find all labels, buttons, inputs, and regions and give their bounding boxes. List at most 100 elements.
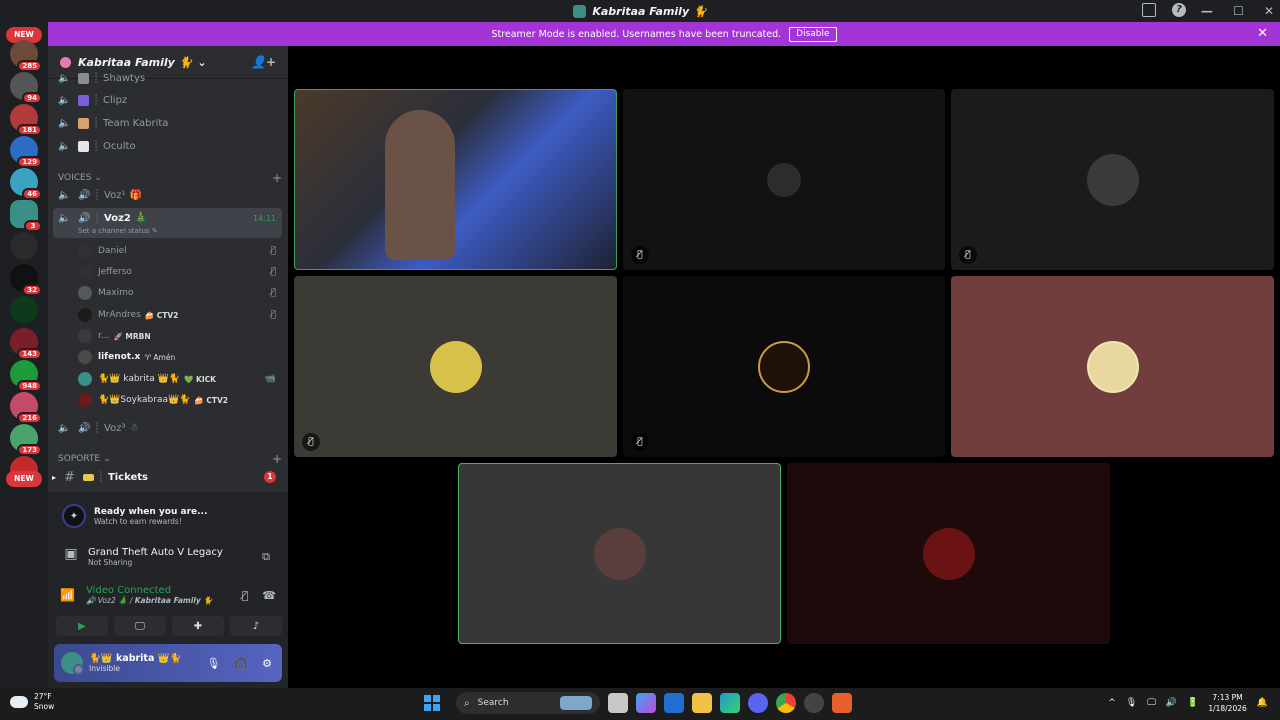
server-icon[interactable]: 285 (10, 40, 42, 72)
add-channel-icon[interactable]: + (272, 171, 282, 185)
share-screen-icon[interactable]: ⧉ (262, 550, 270, 564)
video-tile[interactable]: 🎙̸ (294, 276, 617, 457)
copilot-icon[interactable] (636, 693, 656, 713)
volume-icon[interactable]: 🔊 (1166, 698, 1177, 708)
chrome-icon[interactable] (776, 693, 796, 713)
server-icon[interactable]: 94 (10, 72, 42, 104)
app-icon[interactable] (804, 693, 824, 713)
server-icon-active[interactable]: 3 (10, 200, 42, 232)
voice-member[interactable]: 🐈👑 kabrita 👑🐈 💚 KICK 📹 (78, 370, 282, 388)
chevron-down-icon: ⌄ (94, 173, 102, 183)
app-icon[interactable] (832, 693, 852, 713)
disable-button[interactable]: Disable (789, 26, 837, 42)
server-icon[interactable]: 173 (10, 424, 42, 456)
separator: ┊ (97, 471, 104, 483)
tree-icon: 🎄 (134, 212, 148, 224)
channel-shawtys[interactable]: 🔈 ┊ Shawtys (58, 68, 282, 88)
video-tile[interactable]: 🎙̸ (951, 89, 1274, 270)
channel-tickets[interactable]: ▸ # ┊ Tickets 1 (52, 467, 282, 487)
voice-member[interactable]: Jefferso 🎙̸ (78, 263, 282, 281)
windows-start-icon[interactable] (424, 695, 440, 711)
temperature: 27°F (34, 692, 52, 701)
video-tile[interactable]: 🎙̸ (623, 89, 945, 270)
search-highlight-image (560, 696, 592, 710)
taskbar: 27°F Snow ⌕ Search ^ 🎙 🖵 🔊 🔋 7:13 PM 1/1… (0, 688, 1280, 720)
mic-icon[interactable]: 🎙 (206, 657, 220, 670)
file-explorer-icon[interactable] (692, 693, 712, 713)
tray-overflow-icon[interactable]: ^ (1108, 698, 1116, 708)
add-channel-icon[interactable]: + (272, 452, 282, 466)
ticket-icon (82, 473, 94, 481)
soundboard-button[interactable]: ♪ (230, 616, 282, 636)
new-pill[interactable]: NEW (6, 471, 42, 487)
server-icon[interactable] (10, 232, 38, 260)
server-icon[interactable]: 181 (10, 104, 42, 136)
voice-member[interactable]: MrAndres 🍰 CTV2 🎙̸ (78, 306, 282, 324)
connection-status[interactable]: Video Connected (86, 585, 213, 596)
activity-button[interactable]: ✚ (172, 616, 224, 636)
help-icon[interactable]: ? (1172, 3, 1186, 17)
server-icon[interactable]: 129 (10, 136, 42, 168)
server-icon[interactable]: 46 (10, 168, 42, 200)
server-icon[interactable]: 143 (10, 328, 42, 360)
weather-widget[interactable]: 27°F Snow (10, 692, 54, 712)
taskbar-search[interactable]: ⌕ Search (456, 692, 600, 714)
avatar (78, 308, 92, 322)
noise-suppression-icon[interactable]: 〰̸ (242, 589, 249, 602)
server-icon[interactable]: 32 (10, 264, 42, 296)
channel-status[interactable]: Set a channel status ✎ (78, 227, 158, 235)
connection-location[interactable]: 🔊 Voz2 🎄 / Kabritaa Family 🐈 (86, 596, 213, 605)
video-tile[interactable] (787, 463, 1110, 644)
invite-icon[interactable]: 👤+ (251, 55, 276, 69)
microphone-icon[interactable]: 🎙 (1126, 698, 1137, 708)
close-button[interactable]: ✕ (1264, 4, 1274, 18)
channel-emoji-icon (78, 117, 89, 129)
minimize-button[interactable]: — (1201, 4, 1213, 18)
inbox-icon[interactable] (1142, 3, 1156, 17)
video-tile-speaking[interactable] (458, 463, 781, 644)
voice-member[interactable]: r... 🚀 MRBN (78, 327, 282, 345)
channel-clipz[interactable]: 🔈 ┊ Clipz (58, 90, 282, 110)
server-icon[interactable]: 216 (10, 392, 42, 424)
channel-voz3[interactable]: 🔈 🔊 ┊ Voz³ ☃ (58, 418, 282, 438)
voice-member[interactable]: 🐈👑Soykabraa👑🐈 🍰 CTV2 (78, 391, 282, 409)
video-tile-camera[interactable] (294, 89, 617, 270)
channel-voz1[interactable]: 🔈 🔊 ┊ Voz¹ 🎁 (58, 185, 282, 205)
banner-text: Streamer Mode is enabled. Usernames have… (491, 28, 782, 40)
channel-voz2[interactable]: 🔈 🔊 ┊ Voz2 🎄 14:11 (58, 208, 282, 228)
outlook-icon[interactable] (664, 693, 684, 713)
maximize-button[interactable]: ☐ (1233, 4, 1244, 18)
rewards-prompt[interactable]: ✦ Ready when you are... Watch to earn re… (54, 496, 282, 536)
screen-share-button[interactable]: 🖵 (114, 616, 166, 636)
username[interactable]: 🐈👑 kabrita 👑🐈 (89, 653, 181, 664)
clock[interactable]: 7:13 PM 1/18/2026 (1208, 692, 1246, 714)
category-soporte[interactable]: SOPORTE ⌄ + (58, 452, 282, 466)
camera-button[interactable]: ▶ (56, 616, 108, 636)
battery-icon[interactable]: 🔋 (1187, 698, 1198, 708)
muted-mic-icon: 🎙̸ (270, 246, 276, 256)
voice-member[interactable]: Daniel 🎙̸ (78, 242, 282, 260)
edge-icon[interactable] (720, 693, 740, 713)
channel-oculto[interactable]: 🔈 ┊ Oculto (58, 136, 282, 156)
channel-name: Oculto (103, 140, 136, 152)
category-voices[interactable]: VOICES ⌄ + (58, 171, 282, 185)
channel-team-kabrita[interactable]: 🔈 ┊ Team Kabrita (58, 113, 282, 133)
notification-icon[interactable]: 🔔 (1257, 698, 1268, 708)
game-subtitle: Not Sharing (88, 558, 133, 567)
avatar (1086, 153, 1139, 206)
headset-icon[interactable]: 🎧 (234, 657, 248, 670)
voice-member[interactable]: lifenot.x ♈ Amén (78, 348, 282, 366)
close-icon[interactable]: ✕ (1257, 26, 1268, 41)
task-view-icon[interactable] (608, 693, 628, 713)
settings-icon[interactable]: ⚙ (262, 657, 272, 670)
server-icon[interactable] (10, 296, 38, 324)
voice-member[interactable]: Maximo 🎙̸ (78, 284, 282, 302)
disconnect-icon[interactable]: ☎ (262, 589, 276, 602)
video-tile[interactable]: 🎙̸ (623, 276, 945, 457)
avatar[interactable] (61, 652, 84, 675)
mention-badge: 129 (17, 156, 42, 168)
video-tile[interactable] (951, 276, 1274, 457)
display-icon[interactable]: 🖵 (1147, 698, 1156, 708)
server-icon[interactable]: 948 (10, 360, 42, 392)
discord-icon[interactable] (748, 693, 768, 713)
